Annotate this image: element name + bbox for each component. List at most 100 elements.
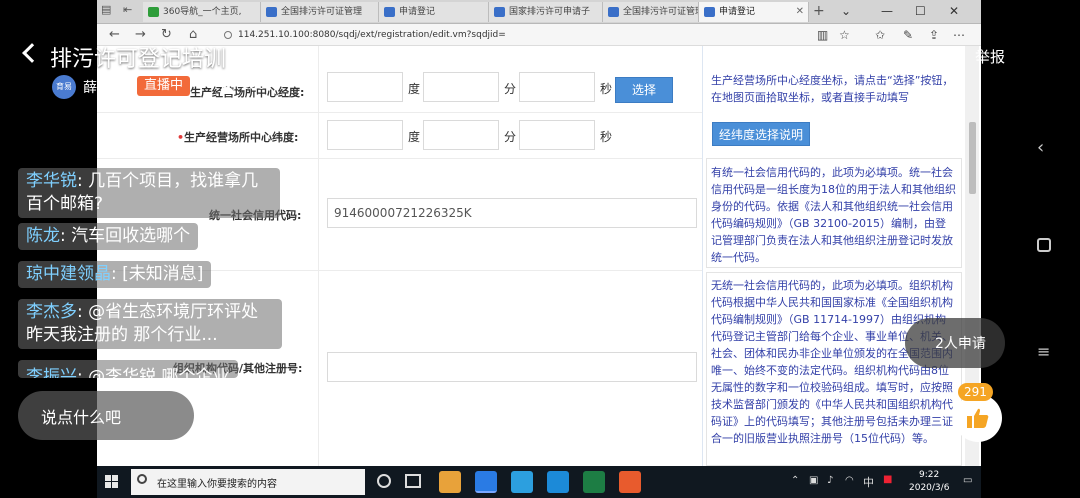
second-unit-label: 秒 (600, 82, 613, 96)
search-icon (137, 474, 147, 484)
tray-expand-icon[interactable]: ⌃ (791, 475, 799, 486)
credit-code-input[interactable]: 91460000721226325K (327, 198, 697, 228)
live-status-badge: 直播中 (137, 76, 191, 96)
minimize-icon[interactable]: — (881, 2, 893, 20)
tab-actions-icon[interactable]: ▤ (101, 3, 111, 16)
latitude-second-input[interactable] (519, 120, 595, 150)
minute-unit-label: 分 (504, 130, 517, 144)
host-name[interactable]: 薛育易 (83, 77, 125, 97)
clock-date[interactable]: 2020/3/6 (909, 483, 949, 493)
select-coordinate-button[interactable]: 选择 (615, 77, 673, 103)
host-avatar[interactable]: 育易 (52, 75, 76, 99)
url-field[interactable]: 114.251.10.100:8080/sqdj/ext/registratio… (224, 27, 804, 43)
browser-tab-active[interactable]: 申请登记 ✕ (699, 2, 809, 22)
tab-list-chevron-icon[interactable]: ⌄ (841, 2, 851, 20)
latitude-degree-input[interactable] (327, 120, 403, 150)
like-button[interactable] (954, 394, 1002, 442)
cortana-icon[interactable] (377, 474, 391, 488)
antivirus-icon[interactable]: ■ (883, 474, 892, 485)
back-chevron-icon (22, 43, 42, 63)
chat-author[interactable]: 李杰多 (26, 302, 77, 322)
chat-author[interactable]: 琼中建领晶 (26, 264, 111, 284)
app-icon[interactable] (547, 471, 569, 493)
label-column-divider (318, 46, 319, 466)
reading-view-icon[interactable]: ▥ (817, 28, 828, 42)
ime-indicator[interactable]: 中 (863, 474, 874, 490)
live-title: 排污许可登记培训 (50, 47, 227, 72)
excel-icon[interactable] (583, 471, 605, 493)
task-view-icon[interactable] (405, 474, 421, 488)
chat-input[interactable]: 说点什么吧 (18, 391, 194, 440)
browser-tab-strip: ▤ ⇤ 360导航_一个主页, 全国排污许可证管理 申请登记 国家排污许可申请子… (97, 0, 981, 24)
taskbar-search-box[interactable]: 在这里输入你要搜索的内容 (131, 469, 365, 495)
help-column-divider (702, 46, 703, 466)
share-icon[interactable]: ⇪ (929, 28, 939, 42)
clock-time[interactable]: 9:22 (919, 470, 939, 480)
latlon-help-button[interactable]: 经纬度选择说明 (712, 122, 810, 146)
windows-start-icon[interactable] (105, 475, 119, 489)
viewer-icon (220, 78, 234, 94)
tab-favicon-icon (608, 7, 619, 17)
maximize-icon[interactable]: ☐ (915, 2, 926, 20)
scrollbar-thumb[interactable] (969, 122, 976, 194)
browser-tab[interactable]: 全国排污许可证管理 (603, 2, 699, 22)
tab-label: 国家排污许可申请子 (509, 7, 591, 17)
notifications-icon[interactable]: ▭ (963, 475, 972, 486)
back-button[interactable] (16, 36, 44, 72)
chat-placeholder: 说点什么吧 (41, 408, 122, 427)
report-button[interactable]: 举报 (975, 46, 1005, 67)
row-divider (97, 158, 702, 159)
latitude-label: •生产经营场所中心纬度: (177, 131, 299, 144)
second-unit-label: 秒 (600, 130, 613, 144)
notes-pen-icon[interactable]: ✎ (903, 28, 913, 42)
info-icon (224, 31, 232, 39)
nav-menu-icon[interactable]: ≡ (1037, 342, 1050, 361)
latitude-minute-input[interactable] (423, 120, 499, 150)
file-explorer-icon[interactable] (439, 471, 461, 493)
browser-address-bar: ← → ↻ ⌂ 114.251.10.100:8080/sqdj/ext/reg… (97, 24, 981, 46)
edge-browser-icon[interactable] (475, 471, 497, 493)
longitude-help-text: 生产经营场所中心经度坐标，请点击“选择”按钮，在地图页面拾取坐标，或者直接手动填… (711, 74, 954, 104)
longitude-degree-input[interactable] (327, 72, 403, 102)
app-icon[interactable] (511, 471, 533, 493)
chat-text: : 汽车回收选哪个 (60, 226, 191, 246)
chat-message: 李杰多: @省生态环境厅环评处 昨天我注册的 那个行业... (18, 299, 282, 349)
wifi-icon[interactable]: ◠ (845, 475, 854, 486)
new-tab-button[interactable]: + (813, 2, 825, 20)
more-menu-icon[interactable]: ⋯ (953, 28, 965, 42)
shared-screen: ▤ ⇤ 360导航_一个主页, 全国排污许可证管理 申请登记 国家排污许可申请子… (97, 0, 981, 498)
browser-tab[interactable]: 国家排污许可申请子 (489, 2, 603, 22)
tab-back-icon[interactable]: ⇤ (123, 3, 132, 16)
chat-message: 陈龙: 汽车回收选哪个 (18, 223, 199, 250)
thumbs-up-icon (967, 408, 989, 428)
tab-close-icon[interactable]: ✕ (796, 2, 804, 22)
close-window-icon[interactable]: ✕ (949, 2, 959, 20)
longitude-second-input[interactable] (519, 72, 595, 102)
apply-count: 2人申请 (935, 336, 986, 352)
favorite-star-icon[interactable]: ☆ (839, 28, 850, 42)
nav-back-icon[interactable]: ‹ (1037, 137, 1044, 158)
tab-favicon-icon (494, 7, 505, 17)
browser-tab[interactable]: 360导航_一个主页, (143, 2, 261, 22)
apply-requests-button[interactable]: 2人申请 (905, 318, 1005, 368)
browser-tab[interactable]: 全国排污许可证管理 (261, 2, 379, 22)
minute-unit-label: 分 (504, 82, 517, 96)
livestream-screen: ▤ ⇤ 360导航_一个主页, 全国排污许可证管理 申请登记 国家排污许可申请子… (0, 0, 1080, 498)
nav-home-icon[interactable] (1037, 238, 1051, 252)
chat-author[interactable]: 李振兴 (26, 367, 77, 378)
chat-author[interactable]: 陈龙 (26, 226, 60, 246)
tab-favicon-icon (384, 7, 395, 17)
org-code-input[interactable] (327, 352, 697, 382)
browser-tab[interactable]: 申请登记 (379, 2, 489, 22)
favorites-icon[interactable]: ✩ (875, 28, 885, 42)
app-icon[interactable] (619, 471, 641, 493)
longitude-minute-input[interactable] (423, 72, 499, 102)
tab-favicon-icon (704, 7, 715, 17)
url-text: 114.251.10.100:8080/sqdj/ext/registratio… (238, 30, 506, 40)
tab-label: 360导航_一个主页, (163, 7, 242, 17)
tab-label: 申请登记 (399, 7, 436, 17)
volume-icon[interactable]: ♪ (827, 475, 833, 486)
network-icon[interactable]: ▣ (809, 475, 818, 486)
chat-author[interactable]: 李华锐 (26, 171, 77, 191)
chat-message: 琼中建领晶: [未知消息] (18, 261, 212, 288)
